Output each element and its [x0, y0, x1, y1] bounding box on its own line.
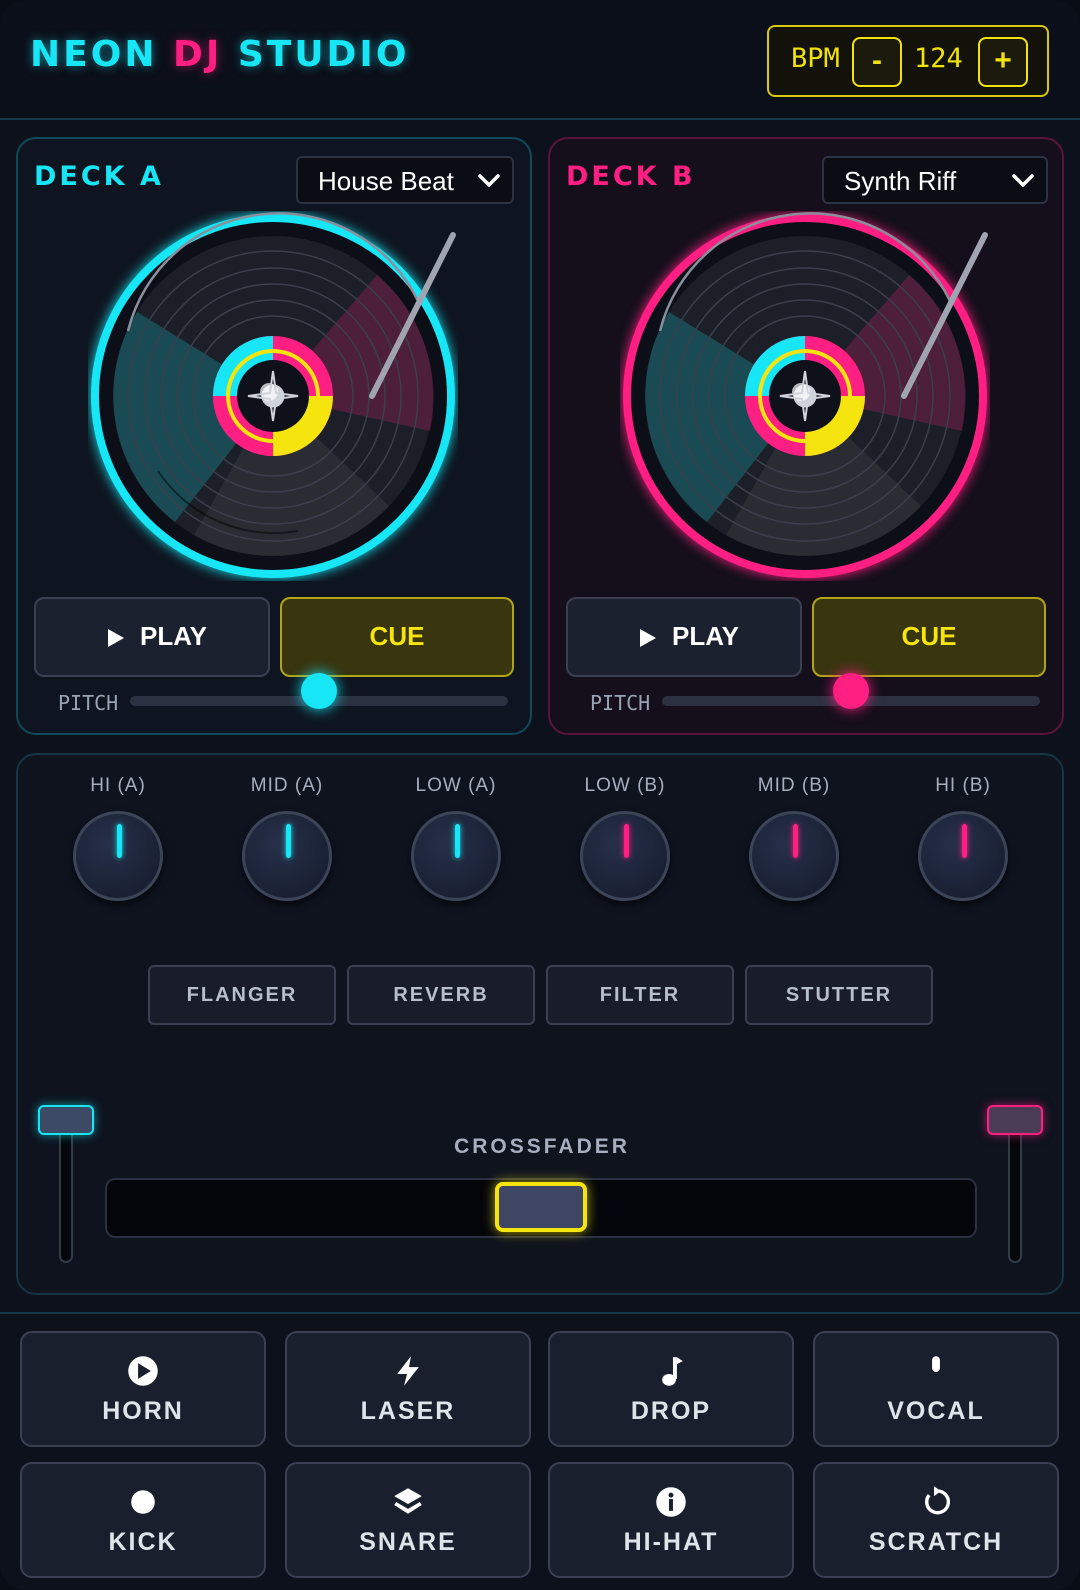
eq-mid-a: MID (A) — [232, 775, 342, 901]
deck-b-volume-handle[interactable] — [987, 1105, 1043, 1135]
fx-reverb-button[interactable]: REVERB — [347, 965, 535, 1025]
eq-mid-b: MID (B) — [739, 775, 849, 901]
circle-icon — [131, 1490, 155, 1514]
deck-b-turntable[interactable] — [620, 211, 990, 581]
pad-label: VOCAL — [887, 1397, 985, 1425]
eq-label: LOW (A) — [415, 775, 497, 796]
lightning-icon — [397, 1356, 419, 1386]
fx-flanger-button[interactable]: FLANGER — [148, 965, 336, 1025]
pad-label: DROP — [630, 1397, 712, 1425]
pad-label: KICK — [108, 1528, 178, 1556]
fx-stutter-button[interactable]: STUTTER — [745, 965, 933, 1025]
eq-label: MID (B) — [757, 775, 831, 796]
dj-app: NEON DJ STUDIO BPM - 124 + DECK A House … — [0, 0, 1080, 1590]
title-word-studio: STUDIO — [237, 34, 410, 75]
deck-b-play-label: PLAY — [672, 621, 739, 651]
eq-label: HI (B) — [935, 775, 991, 796]
eq-label: LOW (B) — [584, 775, 666, 796]
deck-a-track-select[interactable]: House Beat — [296, 156, 514, 204]
bpm-increase-button[interactable]: + — [978, 37, 1028, 87]
pad-drop[interactable]: DROP — [548, 1331, 794, 1447]
deck-a: DECK A House Beat PLAY CUE PITCH — [16, 137, 532, 735]
info-icon — [656, 1487, 686, 1517]
eq-knob-mid-a[interactable] — [242, 811, 332, 901]
pads-divider — [0, 1312, 1080, 1314]
deck-b-pitch-label: PITCH — [590, 691, 651, 715]
play-icon — [640, 629, 656, 647]
title-word-neon: NEON — [30, 34, 158, 75]
chevron-down-icon — [1012, 174, 1034, 187]
deck-a-play-label: PLAY — [140, 621, 207, 651]
eq-hi-a: HI (A) — [63, 775, 173, 901]
deck-a-turntable[interactable] — [88, 211, 458, 581]
play-circle-icon — [128, 1356, 158, 1386]
pad-kick[interactable]: KICK — [20, 1462, 266, 1578]
pad-vocal[interactable]: VOCAL — [813, 1331, 1059, 1447]
deck-a-pitch-label: PITCH — [58, 691, 119, 715]
deck-a-play-button[interactable]: PLAY — [34, 597, 270, 677]
pad-hi-hat[interactable]: HI-HAT — [548, 1462, 794, 1578]
pad-laser[interactable]: LASER — [285, 1331, 531, 1447]
play-icon — [108, 629, 124, 647]
pad-label: HORN — [102, 1397, 184, 1425]
microphone-icon — [932, 1356, 940, 1372]
pad-label: SNARE — [359, 1528, 457, 1556]
eq-knob-low-a[interactable] — [411, 811, 501, 901]
eq-label: HI (A) — [90, 775, 146, 796]
eq-low-a: LOW (A) — [401, 775, 511, 901]
pad-label: HI-HAT — [623, 1528, 719, 1556]
bpm-decrease-button[interactable]: - — [852, 37, 902, 87]
chevron-down-icon — [478, 174, 500, 187]
deck-b: DECK B Synth Riff PLAY CUE PITCH — [548, 137, 1064, 735]
deck-a-label: DECK A — [34, 161, 164, 192]
title-word-dj: DJ — [173, 34, 223, 75]
eq-hi-b: HI (B) — [908, 775, 1018, 901]
layers-icon — [394, 1488, 422, 1514]
deck-b-track-value: Synth Riff — [844, 166, 957, 196]
pad-snare[interactable]: SNARE — [285, 1462, 531, 1578]
pad-label: LASER — [360, 1397, 456, 1425]
bpm-control: BPM - 124 + — [767, 25, 1049, 97]
fx-filter-button[interactable]: FILTER — [546, 965, 734, 1025]
deck-a-pitch-handle[interactable] — [301, 673, 337, 709]
pad-horn[interactable]: HORN — [20, 1331, 266, 1447]
eq-knob-mid-b[interactable] — [749, 811, 839, 901]
app-title: NEON DJ STUDIO — [30, 34, 409, 75]
eq-knob-hi-a[interactable] — [73, 811, 163, 901]
deck-b-cue-button[interactable]: CUE — [812, 597, 1046, 677]
bpm-label: BPM — [791, 43, 840, 74]
eq-knob-low-b[interactable] — [580, 811, 670, 901]
deck-b-play-button[interactable]: PLAY — [566, 597, 802, 677]
deck-a-volume-handle[interactable] — [38, 1105, 94, 1135]
deck-b-label: DECK B — [566, 161, 696, 192]
deck-a-cue-button[interactable]: CUE — [280, 597, 514, 677]
crossfader-handle[interactable] — [495, 1182, 587, 1232]
deck-a-track-value: House Beat — [318, 166, 454, 196]
pad-scratch[interactable]: SCRATCH — [813, 1462, 1059, 1578]
crossfader-label: CROSSFADER — [454, 1135, 630, 1158]
pad-label: SCRATCH — [868, 1528, 1004, 1556]
eq-low-b: LOW (B) — [570, 775, 680, 901]
rotate-icon — [925, 1486, 951, 1515]
deck-b-track-select[interactable]: Synth Riff — [822, 156, 1048, 204]
deck-b-pitch-handle[interactable] — [833, 673, 869, 709]
header: NEON DJ STUDIO BPM - 124 + — [0, 0, 1080, 120]
eq-knob-hi-b[interactable] — [918, 811, 1008, 901]
mixer-panel: HI (A) MID (A) LOW (A) LOW (B) MID (B) H… — [16, 753, 1064, 1295]
eq-label: MID (A) — [250, 775, 324, 796]
music-note-icon — [662, 1357, 683, 1386]
bpm-value: 124 — [914, 43, 963, 74]
